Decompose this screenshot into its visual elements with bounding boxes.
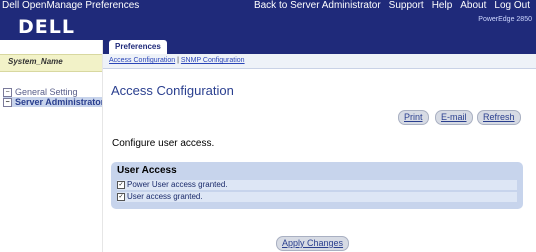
option-label: User access granted. [127,192,203,201]
dell-logo: DELL [18,16,75,38]
tab-preferences[interactable]: Preferences [109,40,167,54]
power-user-checkbox[interactable]: ✓ [117,180,125,189]
option-user-access[interactable]: ✓ User access granted. [117,192,517,202]
instruction-text: Configure user access. [112,138,215,149]
top-navigation: Back to Server Administrator Support Hel… [250,0,534,12]
refresh-button[interactable]: Refresh [477,110,521,125]
tree-item-server-administrator[interactable]: − Server Administrator [3,97,102,107]
email-button[interactable]: E-mail [435,110,473,125]
about-link[interactable]: About [456,0,490,12]
tab-strip: Preferences [103,40,536,54]
help-link[interactable]: Help [428,0,457,12]
system-name-band: System_Name [0,54,102,72]
back-to-server-admin-link[interactable]: Back to Server Administrator [250,0,385,12]
print-button[interactable]: Print [398,110,429,125]
subtab-bar: Access Configuration | SNMP Configuratio… [103,54,536,69]
option-power-user-access[interactable]: ✓ Power User access granted. [117,180,517,190]
left-panel: System_Name − General Setting − Server Adm… [0,40,102,252]
tree-item-label: General Setting [15,87,78,97]
header-bar: Dell OpenManage Preferences Back to Serv… [0,0,536,40]
system-name: System_Name [8,57,63,66]
apply-changes-button[interactable]: Apply Changes [276,236,350,251]
server-model: PowerEdge 2850 [478,16,532,23]
subtab-separator: | [177,57,179,64]
user-access-section: User Access ✓ Power User access granted. … [111,162,523,209]
support-link[interactable]: Support [385,0,428,12]
tree-item-general-settings[interactable]: − General Setting [3,87,102,97]
section-title: User Access [117,165,177,176]
page-title: Access Configuration [111,83,234,98]
tree-item-label: Server Administrator [15,97,102,107]
subtab-access-configuration[interactable]: Access Configuration [109,57,175,64]
app-title: Dell OpenManage Preferences [2,0,140,11]
subtab-snmp-configuration[interactable]: SNMP Configuration [181,57,245,64]
user-checkbox[interactable]: ✓ [117,192,125,201]
collapse-icon[interactable]: − [3,88,12,97]
logout-link[interactable]: Log Out [490,0,534,12]
collapse-icon[interactable]: − [3,98,12,107]
option-label: Power User access granted. [127,180,228,189]
panel-divider [102,40,103,252]
